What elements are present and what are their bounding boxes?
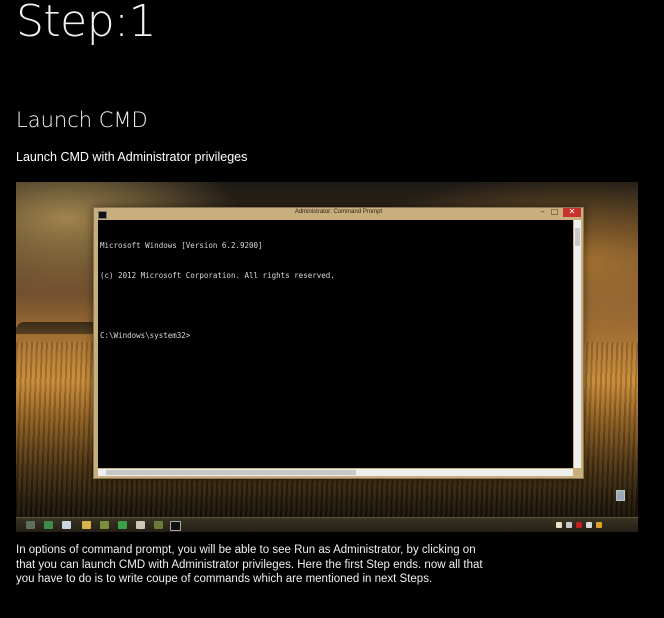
media-icon <box>62 521 71 529</box>
section-heading: Launch CMD <box>16 108 148 132</box>
step-title: Step:1 <box>16 0 157 47</box>
window-titlebar: Administrator: Command Prompt – □ ✕ <box>94 208 583 220</box>
step-subtitle: Launch CMD with Administrator privileges <box>16 150 248 164</box>
tray-volume-icon <box>586 522 592 528</box>
app-icon <box>136 521 145 529</box>
step-screenshot: Administrator: Command Prompt – □ ✕ Micr… <box>16 182 638 532</box>
tray-network-icon <box>566 522 572 528</box>
command-prompt-window: Administrator: Command Prompt – □ ✕ Micr… <box>93 207 584 479</box>
tray-app-icon <box>596 522 602 528</box>
vertical-scrollbar <box>574 220 581 468</box>
recycle-bin-icon <box>616 490 625 501</box>
close-button: ✕ <box>563 208 581 217</box>
step-description: In options of command prompt, you will b… <box>16 544 483 585</box>
folder-icon <box>82 521 91 529</box>
console-output: Microsoft Windows [Version 6.2.9200] (c)… <box>98 220 573 468</box>
taskbar <box>16 517 638 532</box>
tray-alert-icon <box>576 522 582 528</box>
console-prompt: C:\Windows\system32> <box>100 331 191 340</box>
console-line: Microsoft Windows [Version 6.2.9200] <box>100 241 263 250</box>
maximize-button: □ <box>550 207 559 216</box>
cmd-icon <box>170 521 181 531</box>
app-icon <box>118 521 127 529</box>
window-title: Administrator: Command Prompt <box>294 209 383 215</box>
explorer-icon <box>26 521 35 529</box>
ie-icon <box>44 521 53 529</box>
console-line: (c) 2012 Microsoft Corporation. All righ… <box>100 271 335 280</box>
app-icon <box>154 521 163 529</box>
horizontal-scrollbar <box>98 469 573 476</box>
tray-flag-icon <box>556 522 562 528</box>
app-icon <box>100 521 109 529</box>
